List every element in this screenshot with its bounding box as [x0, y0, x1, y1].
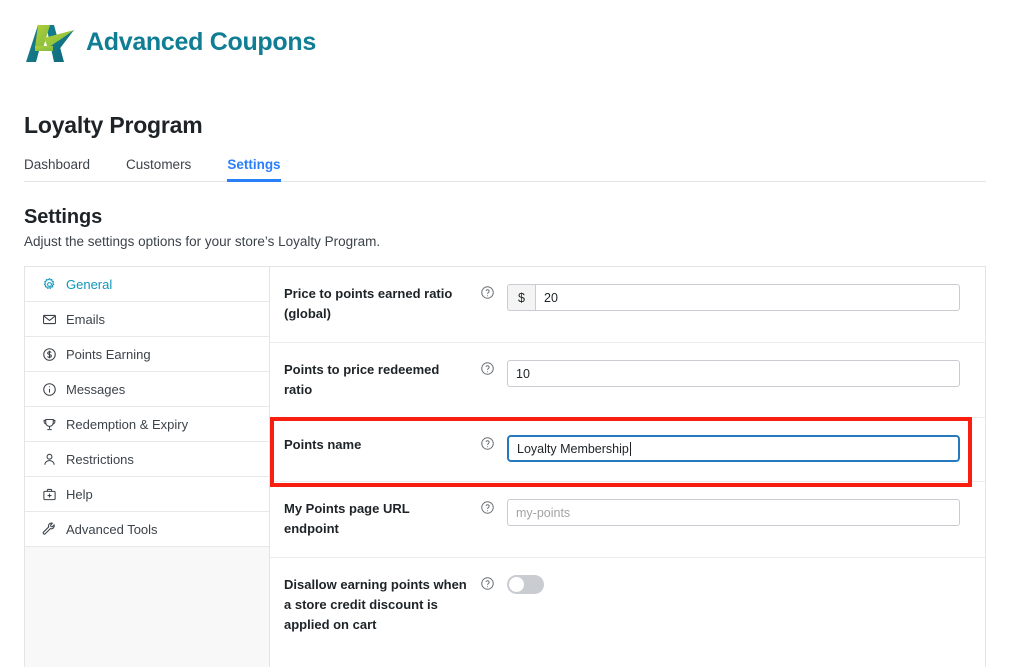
sidebar-item-label: Emails: [66, 311, 106, 327]
main-tabs: Dashboard Customers Settings: [24, 152, 986, 182]
form-row-disallow-earning-points: Disallow earning points when a store cre…: [270, 558, 985, 654]
points-name-value: Loyalty Membership: [517, 441, 629, 456]
question-circle-icon[interactable]: [467, 435, 507, 451]
currency-prefix: $: [507, 284, 535, 311]
field-control: 10: [507, 360, 985, 387]
sidebar-item-label: Points Earning: [66, 346, 151, 362]
person-icon: [42, 452, 57, 467]
sidebar-item-label: Advanced Tools: [66, 521, 158, 537]
disallow-earning-points-toggle[interactable]: [507, 574, 544, 594]
points-to-price-input[interactable]: 10: [507, 360, 960, 387]
form-row-my-points-endpoint: My Points page URL endpoint my-points: [270, 482, 985, 558]
info-circle-icon: [42, 382, 57, 397]
field-control: $ 20: [507, 284, 985, 311]
question-circle-icon[interactable]: [467, 360, 507, 376]
field-control: Loyalty Membership: [507, 435, 985, 463]
text-cursor: [629, 441, 631, 456]
field-label: My Points page URL endpoint: [284, 501, 410, 537]
sidebar-item-help[interactable]: Help: [25, 477, 269, 512]
dollar-circle-icon: [42, 347, 57, 362]
brand-name: Advanced Coupons: [86, 27, 316, 56]
price-to-points-input[interactable]: 20: [535, 284, 960, 311]
sidebar-item-label: General: [66, 276, 113, 292]
question-circle-icon[interactable]: [467, 575, 507, 591]
first-aid-kit-icon: [42, 487, 57, 502]
input-group-currency: $ 20: [507, 284, 960, 311]
tab-dashboard[interactable]: Dashboard: [24, 157, 90, 181]
field-control: [507, 574, 985, 594]
tab-settings[interactable]: Settings: [227, 157, 281, 182]
envelope-icon: [42, 312, 57, 327]
gear-icon: [42, 277, 57, 292]
sidebar-item-redemption-expiry[interactable]: Redemption & Expiry: [25, 407, 269, 442]
form-row-price-to-points: Price to points earned ratio (global) $ …: [270, 267, 985, 343]
brand-logo: Advanced Coupons: [24, 18, 316, 66]
settings-panel: General Emails Points Earning Messages R…: [24, 266, 986, 667]
field-label: Points to price redeemed ratio: [284, 362, 440, 398]
sidebar-item-advanced-tools[interactable]: Advanced Tools: [25, 512, 269, 547]
sidebar-item-messages[interactable]: Messages: [25, 372, 269, 407]
question-circle-icon[interactable]: [467, 499, 507, 515]
field-label: Points name: [284, 437, 362, 453]
sidebar-item-emails[interactable]: Emails: [25, 302, 269, 337]
my-points-endpoint-input[interactable]: my-points: [507, 499, 960, 527]
form-row-points-name: Points name Loyalty Membership: [270, 418, 985, 483]
settings-form: Price to points earned ratio (global) $ …: [270, 267, 985, 667]
sidebar-item-label: Help: [66, 486, 93, 502]
points-name-input[interactable]: Loyalty Membership: [507, 435, 960, 463]
field-control: my-points: [507, 499, 985, 527]
sidebar-item-label: Messages: [66, 381, 126, 397]
tab-customers[interactable]: Customers: [126, 157, 191, 181]
sidebar-item-restrictions[interactable]: Restrictions: [25, 442, 269, 477]
sidebar-item-points-earning[interactable]: Points Earning: [25, 337, 269, 372]
sidebar-item-general[interactable]: General: [25, 267, 269, 302]
field-label: Price to points earned ratio (global): [284, 286, 453, 322]
sidebar-item-label: Redemption & Expiry: [66, 416, 189, 432]
section-title: Settings: [24, 206, 103, 228]
advanced-coupons-logo-icon: [24, 18, 76, 66]
field-label: Disallow earning points when a store cre…: [284, 576, 467, 632]
sidebar-item-label: Restrictions: [66, 451, 134, 467]
question-circle-icon[interactable]: [467, 284, 507, 300]
section-description: Adjust the settings options for your sto…: [24, 234, 381, 249]
toggle-knob: [509, 576, 524, 592]
wrench-icon: [42, 522, 57, 537]
form-row-points-to-price: Points to price redeemed ratio 10: [270, 343, 985, 419]
trophy-icon: [42, 417, 57, 432]
settings-sidebar: General Emails Points Earning Messages R…: [25, 267, 270, 667]
page-title: Loyalty Program: [24, 112, 203, 138]
